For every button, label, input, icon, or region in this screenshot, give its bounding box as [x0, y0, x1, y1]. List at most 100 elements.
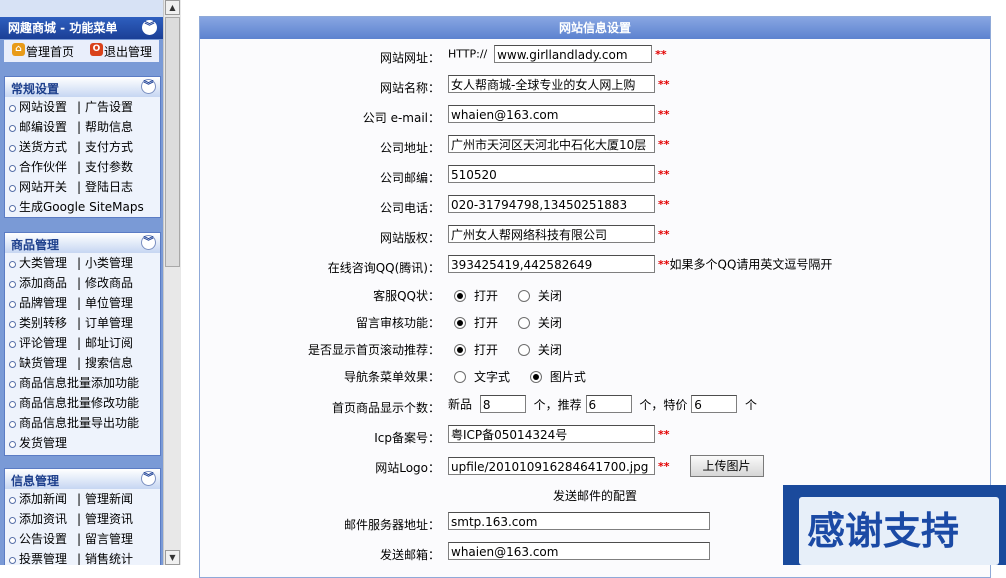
menu-link[interactable]: 管理资讯: [85, 509, 133, 529]
copyright-input[interactable]: 广州女人帮网络科技有限公司: [448, 225, 655, 243]
scroll-thumb[interactable]: [165, 17, 180, 267]
row-qq: 在线咨询QQ(腾讯)： 393425419,442582649 **如果多个QQ请…: [200, 255, 990, 279]
menu-link[interactable]: 单位管理: [85, 293, 133, 313]
menu-link[interactable]: 订单管理: [85, 313, 133, 333]
new-label: 新品: [448, 397, 473, 412]
bullet-icon: [9, 341, 16, 348]
menu-scrollbar[interactable]: ▲ ▼: [163, 0, 181, 565]
menu-link[interactable]: 商品信息批量添加功能: [19, 373, 139, 393]
postcode-input[interactable]: 510520: [448, 165, 655, 183]
menu-link[interactable]: 支付参数: [85, 157, 133, 177]
admin-home-link[interactable]: 管理首页: [26, 43, 74, 60]
menu-row: 评论管理 | 邮址订阅: [5, 333, 160, 353]
off-label: 关闭: [537, 316, 562, 330]
menu-link[interactable]: 邮编设置: [19, 117, 67, 137]
menu-link[interactable]: 搜索信息: [85, 353, 133, 373]
menu-link[interactable]: 评论管理: [19, 333, 67, 353]
logout-link[interactable]: 退出管理: [104, 43, 152, 60]
bullet-icon: [9, 361, 16, 368]
kefu-label: 客服QQ状：: [373, 289, 440, 303]
menu-link[interactable]: 小类管理: [85, 253, 133, 273]
collapse-icon[interactable]: ︾: [142, 20, 157, 35]
menu-link[interactable]: 缺货管理: [19, 353, 67, 373]
menu-row: 类别转移 | 订单管理: [5, 313, 160, 333]
menu-link[interactable]: 添加资讯: [19, 509, 67, 529]
unit-label: 个: [745, 397, 758, 412]
menu-section-general: 常规设置 ︾ 网站设置 | 广告设置 邮编设置 | 帮助信息 送货方式 | 支付方式 合作伙…: [4, 76, 161, 218]
scroll-off-radio[interactable]: [517, 343, 530, 356]
menu-row: 网站开关 | 登陆日志: [5, 177, 160, 197]
guestbook-on-radio[interactable]: [454, 316, 466, 329]
upload-image-button[interactable]: 上传图片: [689, 455, 764, 477]
menu-link[interactable]: 帮助信息: [85, 117, 133, 137]
section-header: 常规设置 ︾: [5, 77, 160, 97]
scroll-on-radio[interactable]: [454, 343, 466, 356]
bullet-icon: [9, 537, 16, 544]
address-input[interactable]: 广州市天河区天河北中石化大厦10层: [448, 135, 655, 153]
bullet-icon: [9, 401, 16, 408]
menu-row: 大类管理 | 小类管理: [5, 253, 160, 273]
menu-link[interactable]: 送货方式: [19, 137, 67, 157]
new-count-input[interactable]: 8: [479, 395, 526, 413]
nav-text-radio[interactable]: [454, 370, 466, 383]
collapse-icon[interactable]: ︾: [141, 79, 156, 94]
menu-link[interactable]: 销售统计: [85, 549, 133, 565]
phone-label: 公司电话：: [379, 201, 440, 215]
menu-link[interactable]: 登陆日志: [85, 177, 133, 197]
menu-link[interactable]: 品牌管理: [19, 293, 67, 313]
menu-link[interactable]: 投票管理: [19, 549, 67, 565]
menu-link[interactable]: 添加商品: [19, 273, 67, 293]
menu-link[interactable]: 网站开关: [19, 177, 67, 197]
icp-input[interactable]: 粤ICP备05014324号: [448, 425, 655, 443]
nav-image-radio[interactable]: [529, 370, 542, 383]
icp-label: Icp备案号：: [374, 431, 440, 445]
menu-link[interactable]: 广告设置: [85, 97, 133, 117]
phone-input[interactable]: 020-31794798,13450251883: [448, 195, 655, 213]
logout-icon: O: [90, 43, 103, 56]
row-phone: 公司电话： 020-31794798,13450251883 **: [200, 195, 990, 219]
menu-link[interactable]: 修改商品: [85, 273, 133, 293]
row-kefu: 客服QQ状： 打开 关闭: [200, 283, 990, 307]
bullet-icon: [9, 185, 16, 192]
email-input[interactable]: whaien@163.com: [448, 105, 655, 123]
collapse-icon[interactable]: ︾: [141, 235, 156, 250]
bullet-icon: [9, 165, 16, 172]
menu-link[interactable]: 生成Google SiteMaps: [19, 197, 144, 217]
site-name-input[interactable]: 女人帮商城-全球专业的女人网上购: [448, 75, 655, 93]
menu-link[interactable]: 网站设置: [19, 97, 67, 117]
menu-link[interactable]: 发货管理: [19, 433, 67, 453]
left-menu-frame: 网趣商城 - 功能菜单 ︾ ⌂ 管理首页 O 退出管理 常规设置 ︾ 网站设置 |…: [0, 0, 163, 565]
menu-link[interactable]: 商品信息批量导出功能: [19, 413, 139, 433]
row-address: 公司地址： 广州市天河区天河北中石化大厦10层 **: [200, 135, 990, 159]
menu-link[interactable]: 大类管理: [19, 253, 67, 273]
scroll-down-icon[interactable]: ▼: [165, 550, 180, 565]
rec-count-input[interactable]: 6: [585, 395, 632, 413]
menu-link[interactable]: 管理新闻: [85, 489, 133, 509]
site-url-input[interactable]: www.girllandlady.com: [494, 45, 653, 63]
menu-link[interactable]: 添加新闻: [19, 489, 67, 509]
menu-link[interactable]: 合作伙伴: [19, 157, 67, 177]
menu-link[interactable]: 邮址订阅: [85, 333, 133, 353]
bullet-icon: [9, 321, 16, 328]
row-scroll: 是否显示首页滚动推荐： 打开 关闭: [200, 337, 990, 361]
sender-input[interactable]: whaien@163.com: [448, 542, 710, 560]
logo-input[interactable]: upfile/201010916284641700.jpg: [448, 457, 655, 475]
qq-input[interactable]: 393425419,442582649: [448, 255, 655, 273]
collapse-icon[interactable]: ︾: [141, 471, 156, 486]
kefu-on-radio[interactable]: [454, 289, 466, 302]
menu-link[interactable]: 商品信息批量修改功能: [19, 393, 139, 413]
menu-link[interactable]: 留言管理: [85, 529, 133, 549]
smtp-input[interactable]: smtp.163.com: [448, 512, 710, 530]
bullet-icon: [9, 145, 16, 152]
section-title: 信息管理: [11, 474, 60, 488]
kefu-off-radio[interactable]: [517, 289, 530, 302]
special-count-input[interactable]: 6: [691, 395, 738, 413]
menu-link[interactable]: 支付方式: [85, 137, 133, 157]
menu-row: 商品信息批量添加功能: [5, 373, 160, 393]
menu-link[interactable]: 类别转移: [19, 313, 67, 333]
menu-row: 添加商品 | 修改商品: [5, 273, 160, 293]
bullet-icon: [9, 421, 16, 428]
menu-link[interactable]: 公告设置: [19, 529, 67, 549]
scroll-up-icon[interactable]: ▲: [165, 0, 180, 15]
guestbook-off-radio[interactable]: [517, 316, 530, 329]
